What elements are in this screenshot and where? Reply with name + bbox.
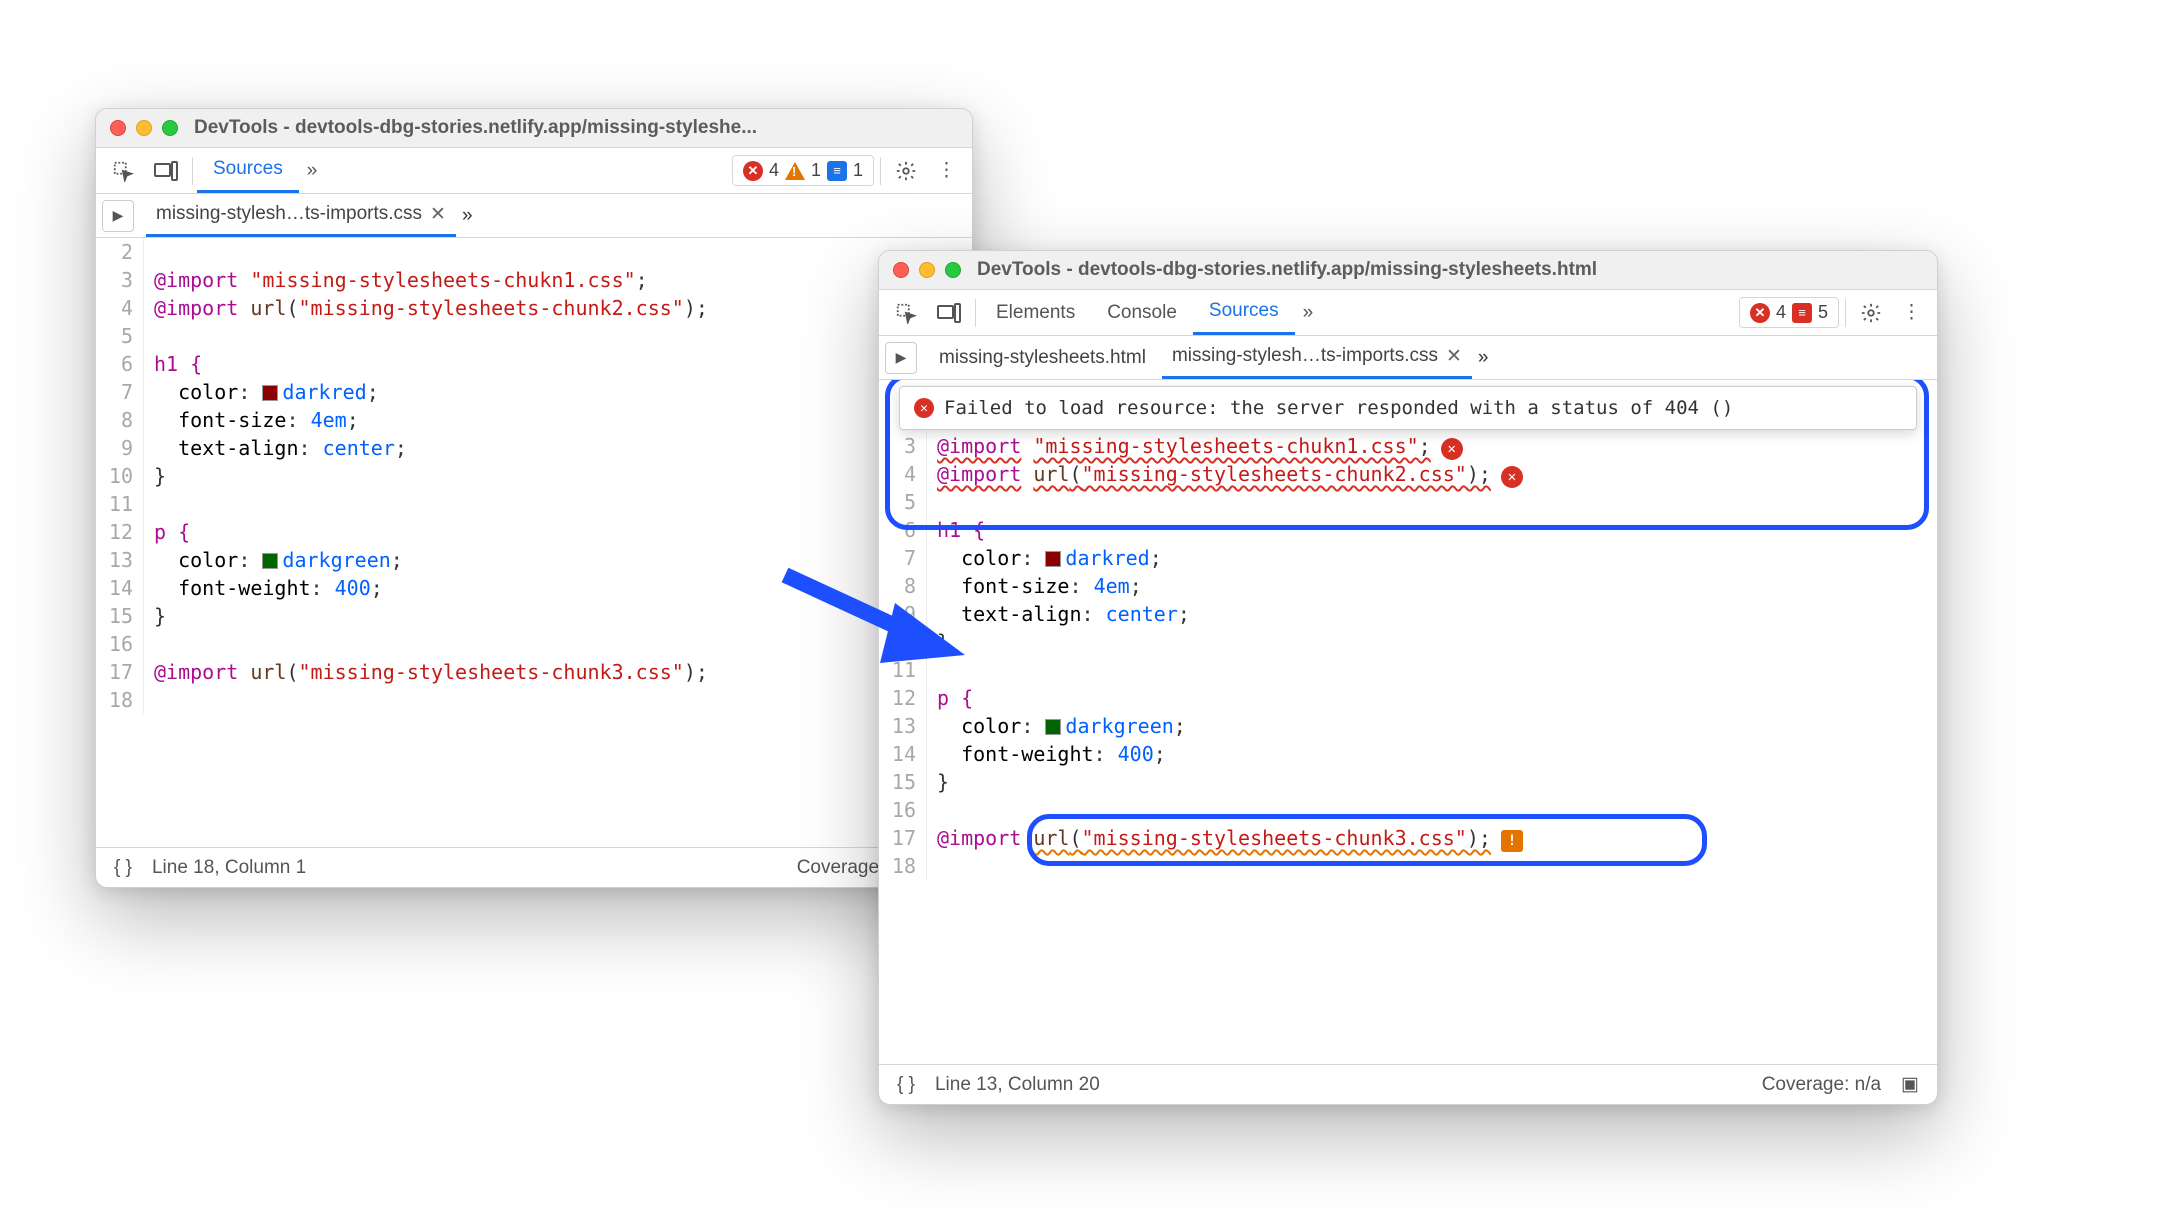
error-tooltip: ✕ Failed to load resource: the server re… — [899, 386, 1917, 430]
cursor-position: Line 18, Column 1 — [152, 857, 306, 879]
devtools-window-right: DevTools - devtools-dbg-stories.netlify.… — [878, 250, 1938, 1105]
device-icon[interactable] — [927, 295, 971, 331]
main-toolbar: Sources » ✕4 1 ≡1 ⋮ — [96, 148, 972, 194]
traffic-lights — [110, 120, 178, 136]
issue-badges[interactable]: ✕4 ≡5 — [1739, 297, 1839, 328]
gear-icon[interactable] — [1850, 294, 1892, 332]
file-tabstrip: ▶ missing-stylesh…ts-imports.css ✕ » — [96, 194, 972, 238]
tab-sources[interactable]: Sources — [197, 148, 299, 193]
zoom-dot[interactable] — [945, 262, 961, 278]
close-dot[interactable] — [110, 120, 126, 136]
status-bar: { } Line 13, Column 20 Coverage: n/a ▣ — [879, 1064, 1937, 1104]
overflow-tabs-icon[interactable]: » — [299, 152, 326, 190]
titlebar: DevTools - devtools-dbg-stories.netlify.… — [96, 109, 972, 148]
close-icon[interactable]: ✕ — [1446, 345, 1462, 368]
tab-elements[interactable]: Elements — [980, 292, 1091, 334]
zoom-dot[interactable] — [162, 120, 178, 136]
issues-icon: ≡ — [1792, 303, 1812, 323]
main-toolbar: Elements Console Sources » ✕4 ≡5 ⋮ — [879, 290, 1937, 336]
file-tab-html[interactable]: missing-stylesheets.html — [929, 339, 1156, 377]
color-swatch[interactable] — [262, 385, 278, 401]
coverage-status: Coverage: n/a — [1762, 1074, 1881, 1096]
annotation-arrow — [775, 555, 975, 665]
overflow-tabs-icon[interactable]: » — [1295, 294, 1322, 332]
kebab-icon[interactable]: ⋮ — [1892, 293, 1931, 332]
separator — [880, 157, 881, 185]
minimize-dot[interactable] — [136, 120, 152, 136]
color-swatch[interactable] — [1045, 551, 1061, 567]
minimize-dot[interactable] — [919, 262, 935, 278]
code-editor[interactable]: 2 3@import "missing-stylesheets-chukn1.c… — [96, 238, 972, 847]
separator — [975, 299, 976, 327]
error-glyph-icon[interactable]: ✕ — [1441, 438, 1463, 460]
error-glyph-icon[interactable]: ✕ — [1501, 466, 1523, 488]
inspect-icon[interactable] — [885, 294, 927, 332]
window-title: DevTools - devtools-dbg-stories.netlify.… — [194, 117, 757, 139]
window-title: DevTools - devtools-dbg-stories.netlify.… — [977, 259, 1597, 281]
close-dot[interactable] — [893, 262, 909, 278]
file-tab-imports-css[interactable]: missing-stylesh…ts-imports.css ✕ — [146, 195, 456, 237]
inspect-icon[interactable] — [102, 152, 144, 190]
code-editor[interactable]: ✕ Failed to load resource: the server re… — [879, 380, 1937, 1064]
close-icon[interactable]: ✕ — [430, 203, 446, 226]
file-tab-imports-css[interactable]: missing-stylesh…ts-imports.css ✕ — [1162, 337, 1472, 379]
show-drawer-icon[interactable]: ▣ — [1895, 1069, 1925, 1100]
error-icon: ✕ — [914, 398, 934, 418]
error-icon: ✕ — [1750, 303, 1770, 323]
cursor-position: Line 13, Column 20 — [935, 1074, 1100, 1096]
info-icon: ≡ — [827, 161, 847, 181]
error-icon: ✕ — [743, 161, 763, 181]
separator — [192, 157, 193, 185]
device-icon[interactable] — [144, 153, 188, 189]
gear-icon[interactable] — [885, 152, 927, 190]
color-swatch[interactable] — [1045, 719, 1061, 735]
overflow-files-icon[interactable]: » — [462, 205, 473, 227]
titlebar: DevTools - devtools-dbg-stories.netlify.… — [879, 251, 1937, 290]
color-swatch[interactable] — [262, 553, 278, 569]
warning-icon — [785, 162, 805, 180]
issue-badges[interactable]: ✕4 1 ≡1 — [732, 155, 874, 186]
navigator-toggle-icon[interactable]: ▶ — [885, 342, 917, 374]
devtools-window-left: DevTools - devtools-dbg-stories.netlify.… — [95, 108, 973, 888]
navigator-toggle-icon[interactable]: ▶ — [102, 200, 134, 232]
kebab-icon[interactable]: ⋮ — [927, 151, 966, 190]
separator — [1845, 299, 1846, 327]
warning-glyph-icon[interactable]: ! — [1501, 830, 1523, 852]
status-bar: { } Line 18, Column 1 Coverage: n/a ▢ — [96, 847, 972, 887]
pretty-print-icon[interactable]: { } — [108, 853, 138, 883]
file-tabstrip: ▶ missing-stylesheets.html missing-style… — [879, 336, 1937, 380]
traffic-lights — [893, 262, 961, 278]
tab-sources[interactable]: Sources — [1193, 290, 1295, 335]
overflow-files-icon[interactable]: » — [1478, 347, 1489, 369]
pretty-print-icon[interactable]: { } — [891, 1070, 921, 1100]
tab-console[interactable]: Console — [1091, 292, 1193, 334]
